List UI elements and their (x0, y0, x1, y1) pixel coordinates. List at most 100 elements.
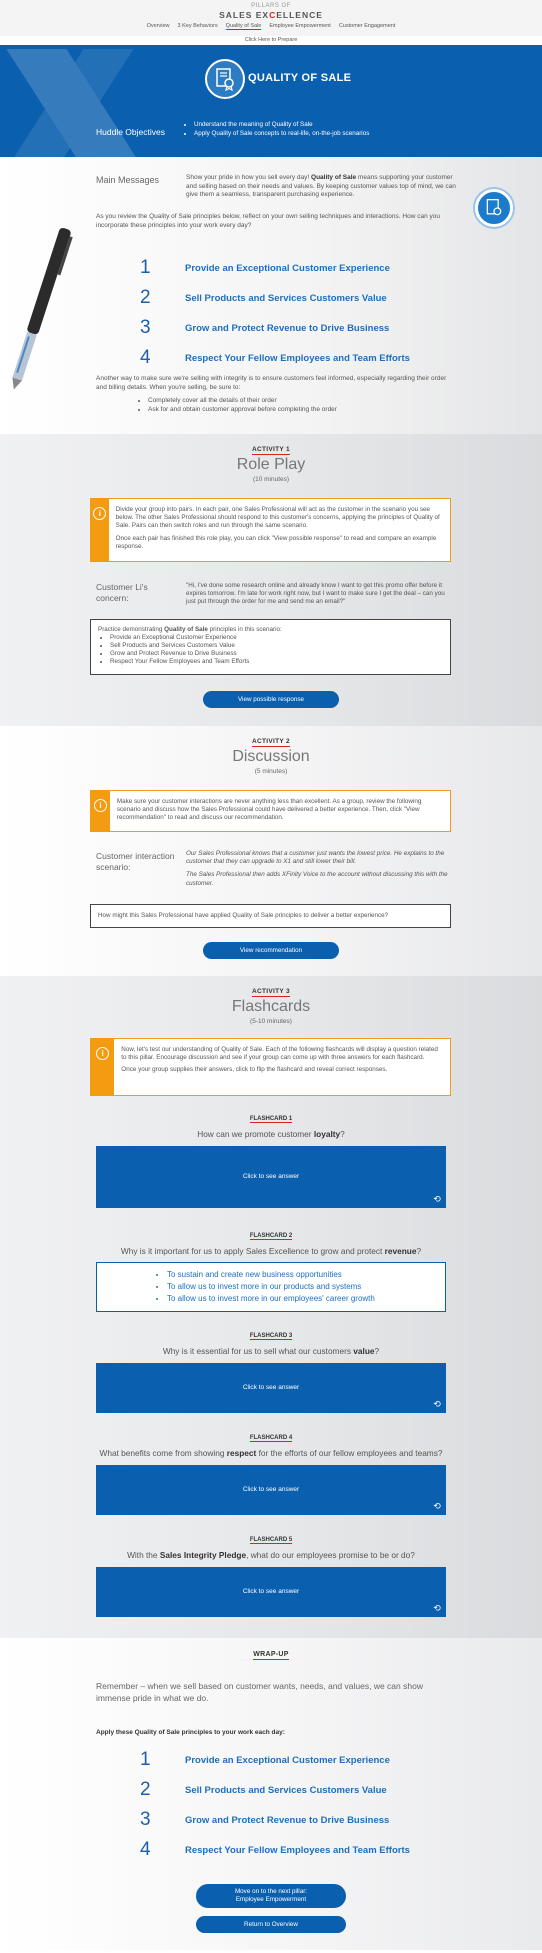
flashcard-2-answer[interactable]: To sustain and create new business oppor… (96, 1262, 446, 1312)
scenario-label: Customer interaction scenario: (96, 851, 175, 872)
principle-number: 1 (140, 1749, 151, 1770)
notice-paragraph: Once each pair has finished this role pl… (115, 534, 437, 550)
flashcard-4-kicker: FLASHCARD 4 (0, 1435, 542, 1442)
view-possible-response-button[interactable]: View possible response (203, 691, 339, 708)
wrap-up-text: Remember – when we sell based on custome… (96, 1681, 423, 1703)
flashcard-kicker-text: FLASHCARD 5 (249, 1537, 293, 1544)
info-icon: i (93, 799, 107, 812)
nav-employee-empowerment[interactable]: Employee Empowerment (269, 23, 330, 30)
notice-paragraph: Now, let's test our understanding of Qua… (121, 1046, 438, 1062)
answer-item: To allow us to invest more in our produc… (167, 1281, 445, 1293)
question-post: for the efforts of our fellow employees … (256, 1448, 443, 1458)
logo-tagline: PILLARS OF (251, 3, 291, 9)
question-pre: What benefits come from showing (99, 1448, 227, 1458)
info-icon: i (93, 507, 107, 520)
nav-quality-of-sale[interactable]: Quality of Sale (225, 23, 262, 30)
info-icon-panel: i (91, 1039, 115, 1095)
question-post: ? (374, 1346, 380, 1356)
certificate-icon (205, 59, 245, 99)
activity-2-title: Discussion (232, 748, 310, 765)
question-bold: respect (226, 1448, 257, 1458)
flashcard-3-kicker: FLASHCARD 3 (0, 1333, 542, 1340)
flashcard-kicker-text: FLASHCARD 1 (249, 1116, 293, 1123)
principle-item: 4 Respect Your Fellow Employees and Team … (140, 343, 410, 373)
principles-intro: As you review the Quality of Sale princi… (96, 213, 440, 229)
principle-item: 1 Provide an Exceptional Customer Experie… (140, 253, 410, 283)
activity-3-notice: i Now, let's test our understanding of Q… (90, 1038, 451, 1096)
practice-bold: Quality of Sale (164, 626, 208, 633)
integrity-bullet: Completely cover all the details of thei… (148, 397, 337, 406)
info-icon-panel: i (91, 791, 110, 831)
activity-1-title: Role Play (236, 456, 306, 473)
return-to-overview-button[interactable]: Return to Overview (196, 1916, 346, 1933)
view-recommendation-button[interactable]: View recommendation (203, 942, 339, 959)
question-bold: loyalty (313, 1129, 341, 1139)
flashcard-4-card[interactable]: Click to see answer ⟲ (96, 1465, 446, 1515)
customer-concern-text: "Hi, I've done some research online and … (186, 582, 445, 606)
quality-badge-icon (475, 189, 513, 227)
next-pillar-button[interactable]: Move on to the next pillar: Employee Emp… (196, 1884, 346, 1908)
principle-text: Grow and Protect Revenue to Drive Busine… (185, 1814, 390, 1826)
activity-2-notice: i Make sure your customer interactions a… (90, 790, 451, 832)
flashcard-1-question: How can we promote customer loyalty? (0, 1129, 542, 1139)
question-pre: Why is it important for us to apply Sale… (120, 1246, 385, 1256)
practice-item: Provide an Exceptional Customer Experien… (110, 634, 443, 642)
activity-3-title: Flashcards (231, 998, 311, 1015)
principles-list: 1 Provide an Exceptional Customer Experie… (140, 253, 410, 373)
next-pillar-line2: Employee Empowerment (235, 1896, 307, 1903)
question-pre: Why is it essential for us to sell what … (162, 1346, 354, 1356)
flashcard-kicker-text: FLASHCARD 2 (249, 1233, 293, 1240)
question-bold: revenue (384, 1246, 417, 1256)
nav-links: Overview 3 Key Behaviors Quality of Sale… (0, 23, 542, 30)
principle-item: 3 Grow and Protect Revenue to Drive Busin… (140, 1805, 410, 1835)
practice-list: Provide an Exceptional Customer Experien… (98, 634, 443, 666)
principle-number: 3 (140, 1809, 151, 1830)
answer-item: To allow us to invest more in our employ… (167, 1293, 445, 1305)
flashcard-5-card[interactable]: Click to see answer ⟲ (96, 1567, 446, 1617)
integrity-note: Another way to make sure we're selling w… (96, 375, 447, 391)
prepare-link[interactable]: Click Here to Prepare (0, 36, 542, 45)
principle-number: 2 (140, 287, 151, 308)
wrap-up-section: WRAP-UP Remember – when we sell based on… (0, 1638, 542, 1950)
scenario-paragraph: Our Sales Professional knows that a cust… (186, 850, 445, 866)
notice-paragraph: Once your group supplies their answers, … (121, 1066, 388, 1074)
logo[interactable]: SALES EXCELLENCE (0, 10, 542, 20)
flashcard-3-card[interactable]: Click to see answer ⟲ (96, 1363, 446, 1413)
nav-3-key-behaviors[interactable]: 3 Key Behaviors (178, 23, 218, 30)
principle-item: 2 Sell Products and Services Customers Va… (140, 283, 410, 313)
principle-item: 1 Provide an Exceptional Customer Experie… (140, 1745, 410, 1775)
activity-2-duration: (5 minutes) (254, 768, 288, 775)
flashcard-5-kicker: FLASHCARD 5 (0, 1537, 542, 1544)
main-messages-section: Main Messages Show your pride in how you… (0, 157, 542, 434)
main-messages-text: Show your pride in how you sell every da… (186, 174, 456, 200)
question-bold: Sales Integrity Pledge (159, 1550, 247, 1560)
flip-icon[interactable]: ⟲ (432, 1399, 442, 1409)
question-pre: With the (127, 1550, 160, 1560)
activity-3-notice-body: Now, let's test our understanding of Qua… (114, 1039, 450, 1095)
nav-customer-engagement[interactable]: Customer Engagement (339, 23, 396, 30)
flip-icon[interactable]: ⟲ (432, 1194, 442, 1204)
principle-text: Respect Your Fellow Employees and Team E… (185, 1844, 410, 1856)
practice-box: Practice demonstrating Quality of Sale p… (90, 619, 451, 675)
principle-number: 3 (140, 317, 151, 338)
objective-item: Understand the meaning of Quality of Sal… (194, 121, 369, 130)
principle-text: Provide an Exceptional Customer Experien… (185, 1754, 390, 1766)
flip-icon[interactable]: ⟲ (432, 1501, 442, 1511)
activity-1-kicker-text: ACTIVITY 1 (252, 446, 290, 455)
logo-part2: ELLENCE (276, 10, 323, 20)
principle-text: Grow and Protect Revenue to Drive Busine… (185, 322, 390, 334)
flashcard-card-label: Click to see answer (242, 1486, 300, 1493)
principle-item: 3 Grow and Protect Revenue to Drive Busin… (140, 313, 410, 343)
flashcard-kicker-text: FLASHCARD 3 (249, 1333, 293, 1340)
activity-1-notice-body: Divide your group into pairs. In each pa… (109, 499, 450, 561)
principle-item: 4 Respect Your Fellow Employees and Team … (140, 1835, 410, 1865)
top-navigation: PILLARS OF SALES EXCELLENCE Overview 3 K… (0, 0, 542, 36)
flashcard-1-card[interactable]: Click to see answer ⟲ (96, 1146, 446, 1208)
question-post: ? (416, 1246, 422, 1256)
customer-concern-label: Customer Li's concern: (96, 582, 148, 603)
nav-overview[interactable]: Overview (147, 23, 170, 30)
info-icon-panel: i (91, 499, 109, 561)
activity-2-section: ACTIVITY 2 Discussion (5 minutes) i Make… (0, 726, 542, 976)
flip-icon[interactable]: ⟲ (432, 1603, 442, 1613)
activity-1-kicker: ACTIVITY 1 (0, 446, 542, 455)
